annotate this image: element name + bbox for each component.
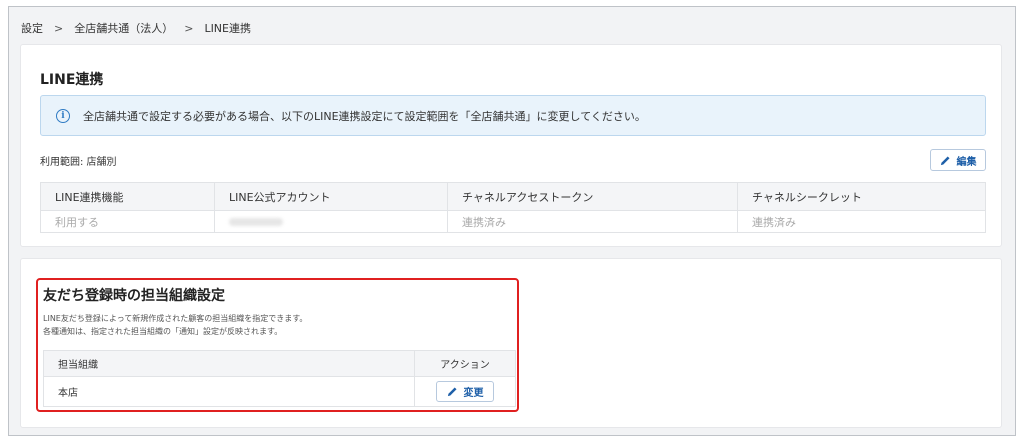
info-banner: i 全店舗共通で設定する必要がある場合、以下のLINE連携設定にて設定範囲を「全… [40, 95, 986, 136]
pencil-icon [447, 387, 457, 397]
line-settings-table: LINE連携機能 LINE公式アカウント チャネルアクセストークン チャネルシー… [40, 182, 986, 233]
table-cell: 連携済み [737, 211, 985, 232]
table-header-row: 担当組織 アクション [44, 351, 515, 376]
edit-button-label: 編集 [956, 156, 977, 168]
table-row: 本店 変更 [44, 376, 515, 406]
info-icon: i [56, 108, 70, 123]
org-description: LINE友だち登録によって新規作成された顧客の担当組織を指定できます。 各種通知… [43, 312, 307, 338]
org-description-line: LINE友だち登録によって新規作成された顧客の担当組織を指定できます。 [43, 314, 308, 323]
column-header: チャネルシークレット [737, 183, 985, 210]
table-cell: 本店 [58, 388, 78, 399]
table-cell: 連携済み [447, 211, 737, 232]
usage-scope: 利用範囲: 店舗別 [40, 157, 117, 168]
table-header-row: LINE連携機能 LINE公式アカウント チャネルアクセストークン チャネルシー… [41, 183, 985, 210]
redacted-account [229, 217, 283, 226]
column-header: LINE連携機能 [55, 190, 124, 204]
table-cell-action: 変更 [414, 377, 515, 406]
line-integration-card: LINE連携 i 全店舗共通で設定する必要がある場合、以下のLINE連携設定にて… [20, 44, 1002, 247]
breadcrumb-item-settings[interactable]: 設定 [21, 20, 43, 36]
highlight-box: 友だち登録時の担当組織設定 LINE友だち登録によって新規作成された顧客の担当組… [36, 278, 519, 412]
breadcrumb-item-all-stores[interactable]: 全店舗共通（法人） [74, 20, 173, 36]
line-section-title: LINE連携 [40, 72, 104, 88]
info-text: 全店舗共通で設定する必要がある場合、以下のLINE連携設定にて設定範囲を「全店舗… [83, 109, 646, 123]
breadcrumb-item-line: LINE連携 [204, 22, 251, 35]
org-setting-card: 友だち登録時の担当組織設定 LINE友だち登録によって新規作成された顧客の担当組… [20, 258, 1002, 428]
change-button[interactable]: 変更 [436, 381, 494, 402]
org-section-title: 友だち登録時の担当組織設定 [43, 288, 225, 304]
edit-button[interactable]: 編集 [930, 149, 986, 171]
pencil-icon [940, 155, 950, 165]
column-header: アクション [414, 351, 515, 376]
org-table: 担当組織 アクション 本店 変更 [43, 350, 516, 407]
column-header: LINE公式アカウント [214, 183, 447, 210]
change-button-label: 変更 [463, 388, 484, 399]
table-cell: 利用する [55, 215, 99, 229]
breadcrumb-separator: > [184, 21, 194, 35]
column-header: 担当組織 [58, 360, 98, 371]
org-description-line: 各種通知は、指定された担当組織の「通知」設定が反映されます。 [43, 327, 283, 336]
column-header: チャネルアクセストークン [447, 183, 737, 210]
table-cell-redacted [214, 211, 447, 232]
app-frame: 設定 > 全店舗共通（法人） > LINE連携 LINE連携 i 全店舗共通で設… [8, 6, 1016, 436]
breadcrumb: 設定 > 全店舗共通（法人） > LINE連携 [21, 20, 251, 36]
breadcrumb-separator: > [54, 21, 64, 35]
table-row: 利用する 連携済み 連携済み [41, 210, 985, 232]
